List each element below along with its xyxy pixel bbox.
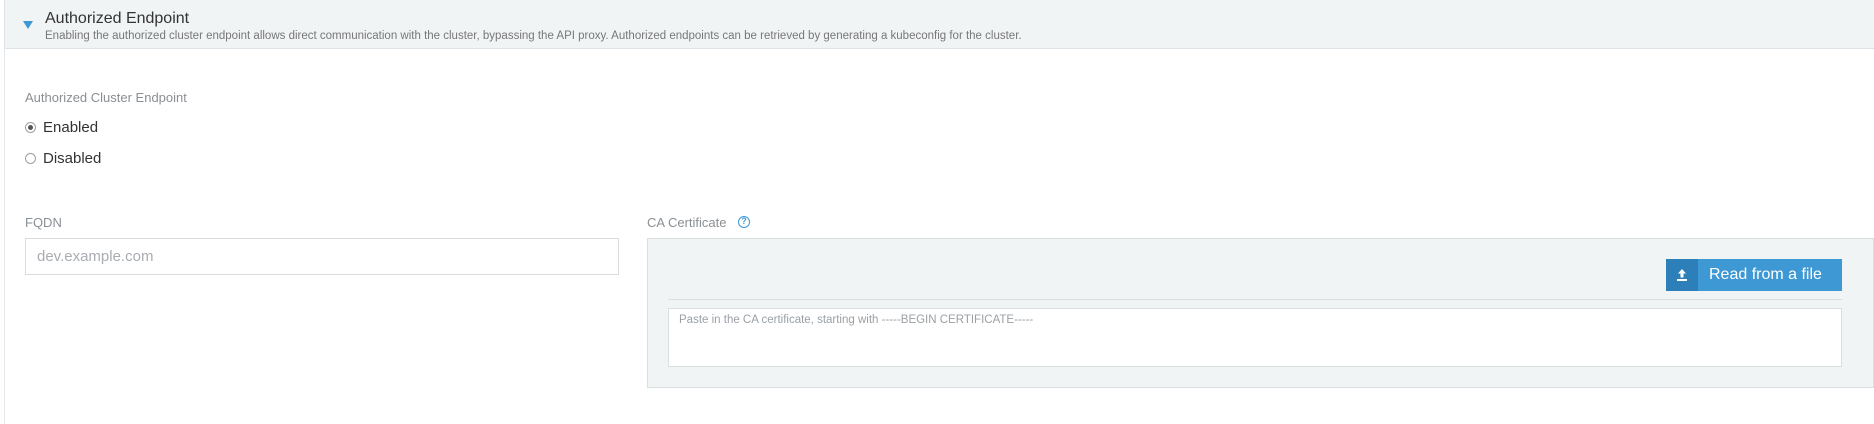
ca-certificate-textarea[interactable] — [668, 308, 1842, 367]
read-from-file-label: Read from a file — [1709, 266, 1822, 283]
radio-button-checked[interactable] — [25, 122, 36, 133]
authorized-endpoint-panel: Authorized Endpoint Enabling the authori… — [0, 0, 1874, 424]
caret-down-icon[interactable] — [23, 21, 33, 29]
fqdn-input[interactable] — [25, 238, 619, 275]
read-from-file-button[interactable]: Read from a file — [1666, 259, 1842, 291]
radio-button-unchecked[interactable] — [25, 153, 36, 164]
fqdn-label: FQDN — [25, 215, 62, 230]
accordion-title: Authorized Endpoint — [45, 10, 190, 27]
panel-border — [4, 48, 5, 424]
radio-disabled-label[interactable]: Disabled — [43, 150, 101, 167]
radio-disabled[interactable]: Disabled — [25, 150, 101, 167]
endpoint-label: Authorized Cluster Endpoint — [25, 90, 187, 105]
question-circle-icon[interactable]: ? — [738, 216, 750, 228]
upload-icon — [1666, 259, 1698, 291]
radio-enabled[interactable]: Enabled — [25, 119, 98, 136]
accordion-description: Enabling the authorized cluster endpoint… — [45, 30, 1022, 42]
ca-certificate-label: CA Certificate — [647, 215, 727, 230]
divider — [668, 299, 1842, 300]
radio-enabled-label[interactable]: Enabled — [43, 119, 98, 136]
accordion-header[interactable]: Authorized Endpoint Enabling the authori… — [4, 0, 1874, 49]
